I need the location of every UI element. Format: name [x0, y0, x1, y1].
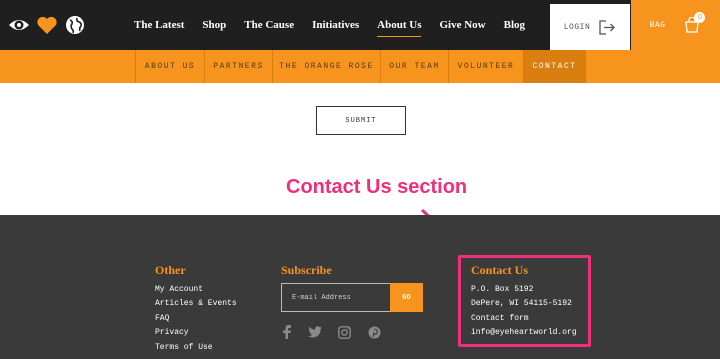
email-input[interactable]: [281, 283, 391, 312]
subnav-item-volunteer[interactable]: VOLUNTEER: [448, 50, 523, 83]
footer-other-title: Other: [155, 263, 186, 277]
footer-subscribe-title: Subscribe: [281, 263, 332, 277]
site-logo[interactable]: [8, 14, 86, 36]
footer-link-my-account[interactable]: My Account: [155, 285, 203, 294]
go-button[interactable]: GO: [390, 283, 423, 312]
bag-button[interactable]: BAG 0: [631, 0, 720, 50]
nav-link-blog[interactable]: Blog: [504, 0, 525, 50]
instagram-icon[interactable]: [337, 325, 351, 339]
bag-label: BAG: [649, 20, 666, 30]
twitter-icon[interactable]: [308, 325, 322, 339]
about-subnav: ABOUT US PARTNERS THE ORANGE ROSE OUR TE…: [0, 50, 720, 83]
subnav-item-contact[interactable]: CONTACT: [523, 50, 586, 83]
footer-link-terms-of-use[interactable]: Terms of Use: [155, 343, 213, 352]
annotation-label: Contact Us section: [286, 176, 468, 198]
facebook-icon[interactable]: [279, 325, 293, 339]
eye-icon: [9, 20, 29, 30]
logout-arrow-icon: [599, 19, 616, 35]
subnav-item-our-team[interactable]: OUR TEAM: [380, 50, 448, 83]
bag-count-badge: 0: [694, 12, 706, 23]
nav-link-the-latest[interactable]: The Latest: [134, 0, 184, 50]
login-label: LOGIN: [563, 22, 591, 32]
subnav-item-partners[interactable]: PARTNERS: [204, 50, 272, 83]
footer-link-articles-events[interactable]: Articles & Events: [155, 299, 237, 308]
shopping-bag-icon: 0: [683, 12, 706, 33]
nav-link-initiatives[interactable]: Initiatives: [312, 0, 359, 50]
top-navbar: The Latest Shop The Cause Initiatives Ab…: [0, 0, 720, 50]
login-button[interactable]: LOGIN: [550, 4, 630, 50]
nav-link-about-us[interactable]: About Us: [377, 0, 422, 50]
globe-icon: [66, 16, 84, 34]
main-nav: The Latest Shop The Cause Initiatives Ab…: [134, 0, 543, 50]
nav-link-the-cause[interactable]: The Cause: [244, 0, 294, 50]
nav-link-shop[interactable]: Shop: [202, 0, 226, 50]
submit-button[interactable]: SUBMIT: [316, 106, 406, 135]
heart-icon: [37, 16, 57, 34]
subnav-item-the-orange-rose[interactable]: THE ORANGE ROSE: [272, 50, 380, 83]
footer-link-faq[interactable]: FAQ: [155, 314, 169, 323]
footer-link-privacy[interactable]: Privacy: [155, 328, 189, 337]
nav-link-give-now[interactable]: Give Now: [439, 0, 485, 50]
annotation-highlight-box: [458, 255, 591, 347]
subscribe-form: GO: [281, 283, 423, 312]
pinterest-icon[interactable]: [367, 325, 381, 339]
subnav-item-about-us[interactable]: ABOUT US: [135, 50, 204, 83]
